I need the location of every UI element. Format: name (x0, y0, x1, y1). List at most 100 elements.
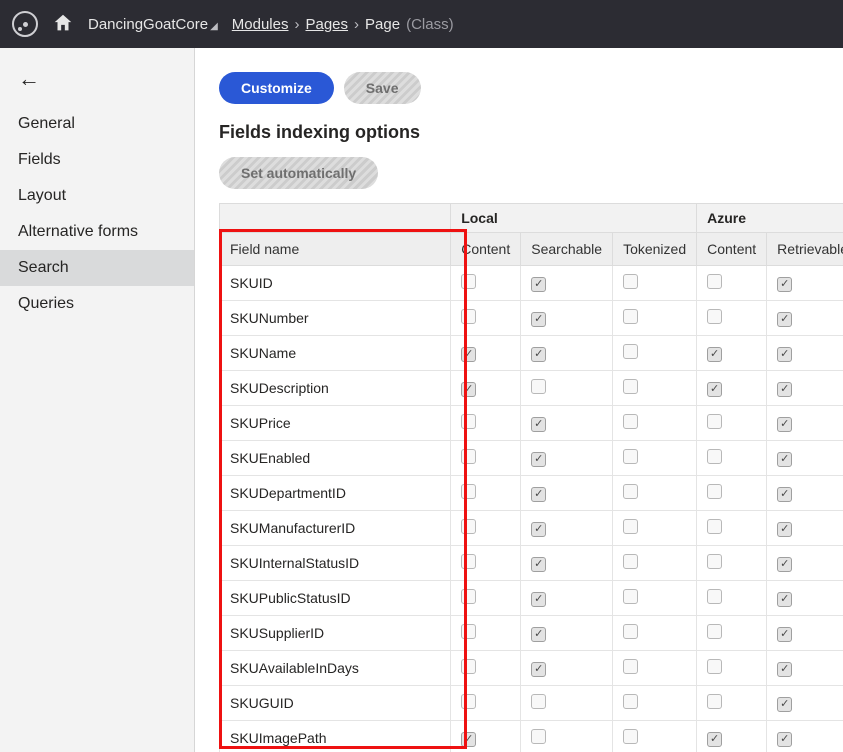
checkbox-local-searchable[interactable] (531, 557, 546, 572)
checkbox-azure-content[interactable] (707, 347, 722, 362)
checkbox-local-tokenized[interactable] (623, 484, 638, 499)
checkbox-local-tokenized[interactable] (623, 414, 638, 429)
checkbox-azure-retrievable[interactable] (777, 487, 792, 502)
checkbox-azure-content[interactable] (707, 382, 722, 397)
checkbox-local-searchable[interactable] (531, 417, 546, 432)
checkbox-local-searchable[interactable] (531, 522, 546, 537)
checkbox-local-content[interactable] (461, 274, 476, 289)
field-name-cell: SKUImagePath (220, 721, 451, 752)
checkbox-local-content[interactable] (461, 624, 476, 639)
sidebar-item-search[interactable]: Search (0, 250, 194, 286)
checkbox-local-content[interactable] (461, 347, 476, 362)
checkbox-azure-retrievable[interactable] (777, 732, 792, 747)
checkbox-local-tokenized[interactable] (623, 589, 638, 604)
sidebar-item-fields[interactable]: Fields (0, 142, 194, 178)
checkbox-azure-content[interactable] (707, 414, 722, 429)
sidebar-item-queries[interactable]: Queries (0, 286, 194, 322)
checkbox-local-searchable[interactable] (531, 592, 546, 607)
col-local-content: Content (451, 233, 521, 266)
checkbox-local-content[interactable] (461, 554, 476, 569)
checkbox-local-searchable[interactable] (531, 694, 546, 709)
checkbox-local-tokenized[interactable] (623, 729, 638, 744)
home-icon[interactable] (52, 12, 74, 37)
checkbox-local-tokenized[interactable] (623, 694, 638, 709)
checkbox-azure-content[interactable] (707, 484, 722, 499)
sidebar-item-general[interactable]: General (0, 106, 194, 142)
field-name-cell: SKUEnabled (220, 441, 451, 476)
checkbox-azure-content[interactable] (707, 732, 722, 747)
checkbox-local-content[interactable] (461, 659, 476, 674)
checkbox-azure-content[interactable] (707, 624, 722, 639)
checkbox-local-searchable[interactable] (531, 347, 546, 362)
back-button[interactable]: ← (0, 56, 194, 106)
checkbox-local-searchable[interactable] (531, 487, 546, 502)
table-row: SKUDescription (220, 371, 843, 406)
checkbox-local-searchable[interactable] (531, 729, 546, 744)
checkbox-local-searchable[interactable] (531, 312, 546, 327)
chevron-down-icon: ◢ (210, 21, 218, 32)
crumb-pages[interactable]: Pages (305, 16, 348, 33)
checkbox-local-searchable[interactable] (531, 627, 546, 642)
checkbox-azure-retrievable[interactable] (777, 662, 792, 677)
checkbox-local-tokenized[interactable] (623, 519, 638, 534)
checkbox-local-content[interactable] (461, 732, 476, 747)
field-name-cell: SKUPrice (220, 406, 451, 441)
field-name-cell: SKUAvailableInDays (220, 651, 451, 686)
checkbox-azure-retrievable[interactable] (777, 697, 792, 712)
checkbox-azure-retrievable[interactable] (777, 312, 792, 327)
main-panel: Customize Save Fields indexing options S… (195, 48, 843, 752)
checkbox-azure-retrievable[interactable] (777, 522, 792, 537)
sidebar-item-alternative-forms[interactable]: Alternative forms (0, 214, 194, 250)
checkbox-azure-retrievable[interactable] (777, 452, 792, 467)
checkbox-local-content[interactable] (461, 382, 476, 397)
checkbox-local-searchable[interactable] (531, 379, 546, 394)
field-name-cell: SKUInternalStatusID (220, 546, 451, 581)
checkbox-local-searchable[interactable] (531, 277, 546, 292)
checkbox-local-tokenized[interactable] (623, 554, 638, 569)
col-azure-content: Content (697, 233, 767, 266)
checkbox-local-content[interactable] (461, 694, 476, 709)
field-name-cell: SKUNumber (220, 301, 451, 336)
site-selector[interactable]: DancingGoatCore◢ (88, 16, 218, 33)
checkbox-azure-retrievable[interactable] (777, 347, 792, 362)
checkbox-azure-retrievable[interactable] (777, 277, 792, 292)
app-logo-icon[interactable] (12, 11, 38, 37)
checkbox-local-tokenized[interactable] (623, 449, 638, 464)
checkbox-local-content[interactable] (461, 309, 476, 324)
checkbox-local-tokenized[interactable] (623, 274, 638, 289)
checkbox-azure-content[interactable] (707, 519, 722, 534)
checkbox-local-tokenized[interactable] (623, 309, 638, 324)
col-azure-retrievable: Retrievable (767, 233, 843, 266)
checkbox-local-content[interactable] (461, 484, 476, 499)
checkbox-azure-content[interactable] (707, 554, 722, 569)
crumb-modules[interactable]: Modules (232, 16, 289, 33)
checkbox-azure-content[interactable] (707, 309, 722, 324)
table-row: SKUDepartmentID (220, 476, 843, 511)
checkbox-azure-retrievable[interactable] (777, 417, 792, 432)
checkbox-local-searchable[interactable] (531, 452, 546, 467)
checkbox-local-content[interactable] (461, 589, 476, 604)
checkbox-local-searchable[interactable] (531, 662, 546, 677)
checkbox-azure-retrievable[interactable] (777, 627, 792, 642)
checkbox-local-tokenized[interactable] (623, 344, 638, 359)
checkbox-local-content[interactable] (461, 414, 476, 429)
checkbox-azure-content[interactable] (707, 274, 722, 289)
table-row: SKUSupplierID (220, 616, 843, 651)
sidebar-item-layout[interactable]: Layout (0, 178, 194, 214)
checkbox-azure-content[interactable] (707, 449, 722, 464)
customize-button[interactable]: Customize (219, 72, 334, 104)
checkbox-azure-content[interactable] (707, 694, 722, 709)
checkbox-azure-content[interactable] (707, 589, 722, 604)
field-name-cell: SKUDepartmentID (220, 476, 451, 511)
checkbox-azure-retrievable[interactable] (777, 382, 792, 397)
checkbox-local-tokenized[interactable] (623, 624, 638, 639)
checkbox-local-content[interactable] (461, 519, 476, 534)
checkbox-local-tokenized[interactable] (623, 379, 638, 394)
checkbox-local-content[interactable] (461, 449, 476, 464)
checkbox-azure-retrievable[interactable] (777, 592, 792, 607)
checkbox-azure-retrievable[interactable] (777, 557, 792, 572)
table-row: SKUImagePath (220, 721, 843, 752)
table-row: SKUNumber (220, 301, 843, 336)
checkbox-azure-content[interactable] (707, 659, 722, 674)
checkbox-local-tokenized[interactable] (623, 659, 638, 674)
